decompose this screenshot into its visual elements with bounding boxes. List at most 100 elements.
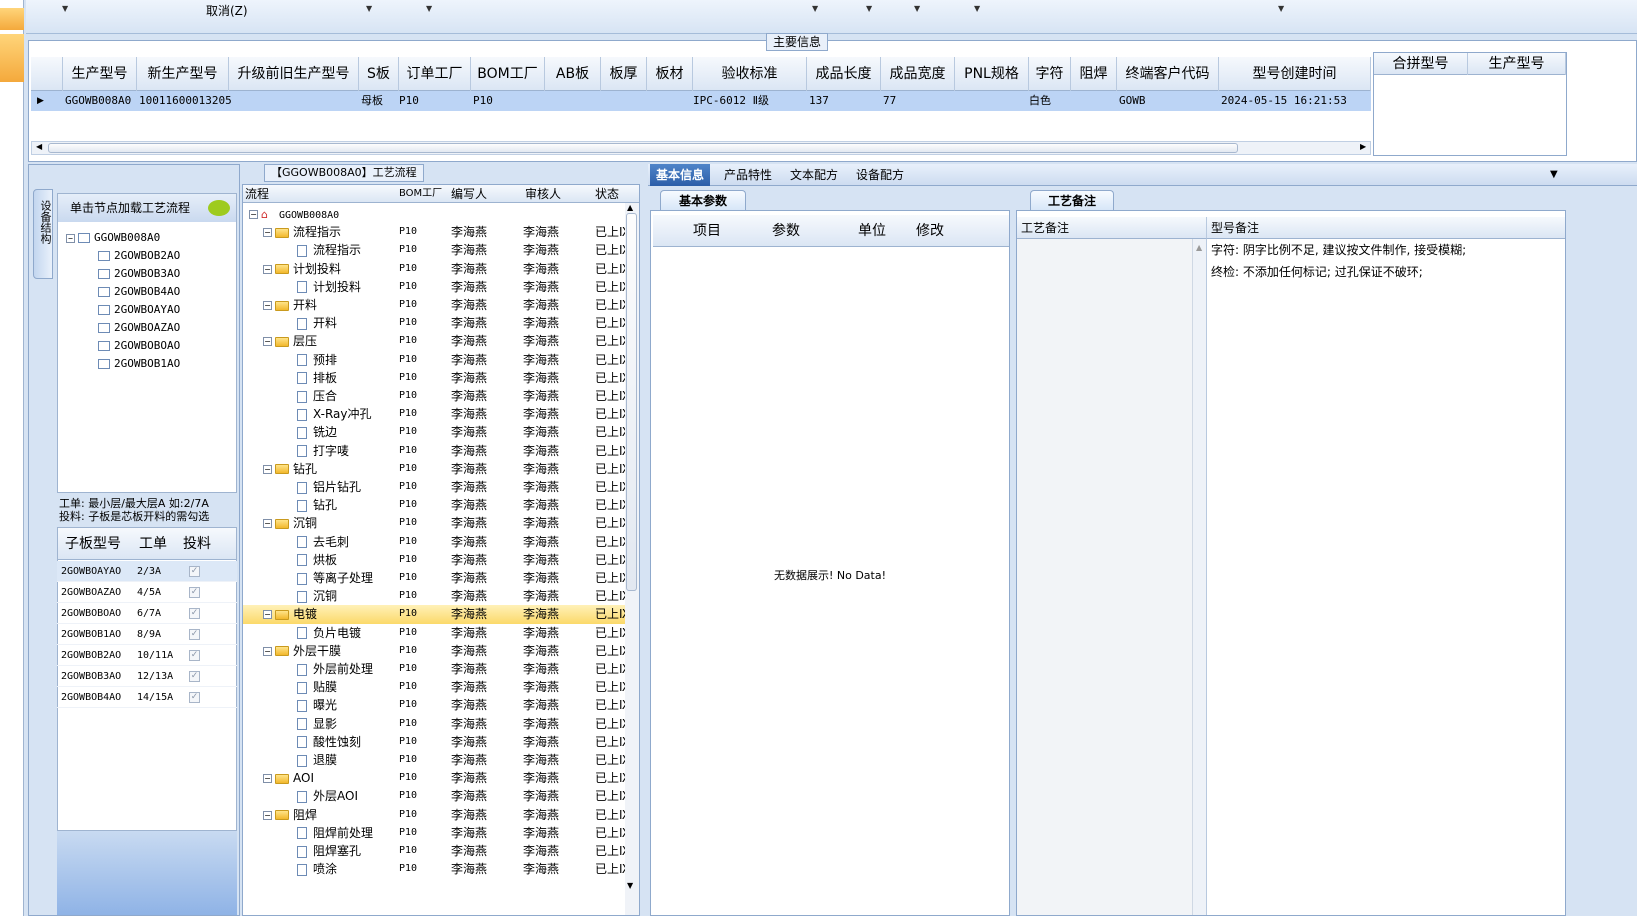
tree-child[interactable]: 2GOWBOAYAO <box>98 301 180 319</box>
orange-tab-1[interactable] <box>0 8 24 30</box>
dropdown-arrow-icon[interactable]: ▼ <box>1278 4 1284 13</box>
flow-step-row[interactable]: 等离子处理 P10 李海燕 李海燕 已上Ⅸ <box>243 569 625 587</box>
flow-group-row[interactable]: − 阻焊 P10 李海燕 李海燕 已上Ⅸ <box>243 806 625 824</box>
dropdown-arrow-icon[interactable]: ▼ <box>366 4 372 13</box>
flow-step-row[interactable]: 预排 P10 李海燕 李海燕 已上Ⅸ <box>243 351 625 369</box>
flow-step-row[interactable]: 外层AOI P10 李海燕 李海燕 已上Ⅸ <box>243 787 625 805</box>
col-header[interactable]: PNL规格 <box>955 57 1029 91</box>
flow-step-row[interactable]: 阻焊塞孔 P10 李海燕 李海燕 已上Ⅸ <box>243 842 625 860</box>
col-header[interactable]: 生产型号 <box>1468 53 1566 75</box>
scroll-thumb[interactable] <box>48 143 1238 153</box>
col-header[interactable]: 成品长度 <box>807 57 881 91</box>
checkbox[interactable] <box>98 341 110 351</box>
scroll-down-icon[interactable]: ▼ <box>627 881 633 890</box>
process-note-cell[interactable] <box>1017 239 1193 915</box>
flow-step-row[interactable]: 开料 P10 李海燕 李海燕 已上Ⅸ <box>243 314 625 332</box>
flow-group-row[interactable]: − 钻孔 P10 李海燕 李海燕 已上Ⅸ <box>243 460 625 478</box>
col-header[interactable]: 订单工厂 <box>399 57 471 91</box>
basic-params-cardtab[interactable]: 基本参数 <box>660 190 746 210</box>
flow-step-row[interactable]: 酸性蚀刻 P10 李海燕 李海燕 已上Ⅸ <box>243 733 625 751</box>
notes-cardtab[interactable]: 工艺备注 <box>1030 190 1114 210</box>
checkbox[interactable] <box>98 323 110 333</box>
feed-checkbox[interactable]: ✓ <box>189 671 200 682</box>
col-header[interactable]: 新生产型号 <box>137 57 229 91</box>
col-header[interactable]: 工单 <box>128 528 178 560</box>
checkbox[interactable] <box>98 305 110 315</box>
flow-group-row[interactable]: − 沉铜 P10 李海燕 李海燕 已上Ⅸ <box>243 514 625 532</box>
flow-vscrollbar[interactable]: ▲ ▼ <box>625 203 639 915</box>
flow-step-row[interactable]: 外层前处理 P10 李海燕 李海燕 已上Ⅸ <box>243 660 625 678</box>
sub-board-row[interactable]: 2GOWBOB2AO 10/11A ✓ <box>57 645 237 666</box>
dropdown-arrow-icon[interactable]: ▼ <box>914 4 920 13</box>
col-header[interactable]: 投料 <box>178 528 216 560</box>
col-header[interactable]: 板材 <box>647 57 693 91</box>
col-header[interactable]: 型号创建时间 <box>1219 57 1371 91</box>
tree-child[interactable]: 2GOWBOB4AO <box>98 283 180 301</box>
device-structure-vtab[interactable]: 设备结构 <box>33 189 53 279</box>
flow-group-row[interactable]: − 电镀 P10 李海燕 李海燕 已上Ⅸ <box>243 605 625 624</box>
sub-board-row[interactable]: 2GOWBOBOAO 6/7A ✓ <box>57 603 237 624</box>
flow-step-row[interactable]: 流程指示 P10 李海燕 李海燕 已上Ⅸ <box>243 241 625 259</box>
col-header[interactable]: 项目 <box>685 215 729 247</box>
tab-product-features[interactable]: 产品特性 <box>718 164 778 186</box>
col-header[interactable]: 合拼型号 <box>1374 53 1468 75</box>
flow-step-row[interactable]: 打字唛 P10 李海燕 李海燕 已上Ⅸ <box>243 442 625 460</box>
main-info-hscrollbar[interactable]: ◀ ▶ <box>31 141 1371 155</box>
tab-menu-icon[interactable]: ▼ <box>1550 164 1558 186</box>
flow-step-row[interactable]: 沉铜 P10 李海燕 李海燕 已上Ⅸ <box>243 587 625 605</box>
flow-step-row[interactable]: 喷涂 P10 李海燕 李海燕 已上Ⅸ <box>243 860 625 878</box>
flow-step-row[interactable]: 钻孔 P10 李海燕 李海燕 已上Ⅸ <box>243 496 625 514</box>
col-header[interactable]: BOM工厂 <box>399 185 442 203</box>
flow-group-row[interactable]: − AOI P10 李海燕 李海燕 已上Ⅸ <box>243 769 625 787</box>
col-header[interactable]: 型号备注 <box>1207 217 1565 239</box>
col-header[interactable]: 板厚 <box>601 57 647 91</box>
tab-basic-info[interactable]: 基本信息 <box>650 164 711 186</box>
row-selector-header[interactable] <box>653 215 685 247</box>
tree-child[interactable]: 2GOWBOB2AO <box>98 247 180 265</box>
flow-root-row[interactable]: − ⌂ GGOWB008A0 <box>243 205 625 223</box>
feed-checkbox[interactable]: ✓ <box>189 566 200 577</box>
tree-root[interactable]: − GGOWB008A0 <box>66 229 160 247</box>
checkbox[interactable] <box>98 287 110 297</box>
flow-group-row[interactable]: − 开料 P10 李海燕 李海燕 已上Ⅸ <box>243 296 625 314</box>
process-note-scrollbar[interactable]: ▲ <box>1193 239 1207 915</box>
feed-checkbox[interactable]: ✓ <box>189 629 200 640</box>
flow-step-row[interactable]: 烘板 P10 李海燕 李海燕 已上Ⅸ <box>243 551 625 569</box>
col-header[interactable]: 工艺备注 <box>1017 217 1207 239</box>
feed-checkbox[interactable]: ✓ <box>189 650 200 661</box>
flow-step-row[interactable]: 曝光 P10 李海燕 李海燕 已上Ⅸ <box>243 696 625 714</box>
dropdown-arrow-icon[interactable]: ▼ <box>62 4 68 13</box>
dropdown-arrow-icon[interactable]: ▼ <box>974 4 980 13</box>
col-header[interactable]: 验收标准 <box>693 57 807 91</box>
col-header[interactable]: BOM工厂 <box>471 57 545 91</box>
flow-step-row[interactable]: 铝片钻孔 P10 李海燕 李海燕 已上Ⅸ <box>243 478 625 496</box>
flow-group-row[interactable]: − 外层干膜 P10 李海燕 李海燕 已上Ⅸ <box>243 642 625 660</box>
flow-step-row[interactable]: 显影 P10 李海燕 李海燕 已上Ⅸ <box>243 715 625 733</box>
col-header[interactable]: 审核人 <box>525 185 561 203</box>
col-header[interactable]: AB板 <box>545 57 601 91</box>
scroll-thumb[interactable] <box>626 213 637 591</box>
tree-child[interactable]: 2GOWBOBOAO <box>98 337 180 355</box>
sub-board-row[interactable]: 2GOWBOAYAO 2/3A ✓ <box>57 561 237 582</box>
flow-step-row[interactable]: 排板 P10 李海燕 李海燕 已上Ⅸ <box>243 369 625 387</box>
checkbox[interactable] <box>98 269 110 279</box>
flow-step-row[interactable]: 退膜 P10 李海燕 李海燕 已上Ⅸ <box>243 751 625 769</box>
sub-board-row[interactable]: 2GOWBOB3AO 12/13A ✓ <box>57 666 237 687</box>
tab-equipment-recipe[interactable]: 设备配方 <box>850 164 910 186</box>
feed-checkbox[interactable]: ✓ <box>189 587 200 598</box>
row-selector-header[interactable] <box>31 57 63 91</box>
tree-child[interactable]: 2GOWBOAZAO <box>98 319 180 337</box>
scroll-right-icon[interactable]: ▶ <box>1360 142 1366 151</box>
scroll-left-icon[interactable]: ◀ <box>36 142 42 151</box>
checkbox[interactable] <box>98 251 110 261</box>
dropdown-arrow-icon[interactable]: ▼ <box>866 4 872 13</box>
cancel-menu-button[interactable]: 取消(Z) <box>206 2 248 19</box>
model-note-text[interactable]: 字符: 阴字比例不足, 建议按文件制作, 接受模糊; 终检: 不添加任何标记; … <box>1211 239 1466 283</box>
scroll-up-icon[interactable]: ▲ <box>627 203 633 212</box>
feed-checkbox[interactable]: ✓ <box>189 608 200 619</box>
flow-group-row[interactable]: − 层压 P10 李海燕 李海燕 已上Ⅸ <box>243 332 625 350</box>
col-header[interactable]: 阻焊 <box>1071 57 1117 91</box>
flow-step-row[interactable]: 计划投料 P10 李海燕 李海燕 已上Ⅸ <box>243 278 625 296</box>
flow-group-row[interactable]: − 流程指示 P10 李海燕 李海燕 已上Ⅸ <box>243 223 625 241</box>
scroll-up-icon[interactable]: ▲ <box>1196 243 1202 252</box>
